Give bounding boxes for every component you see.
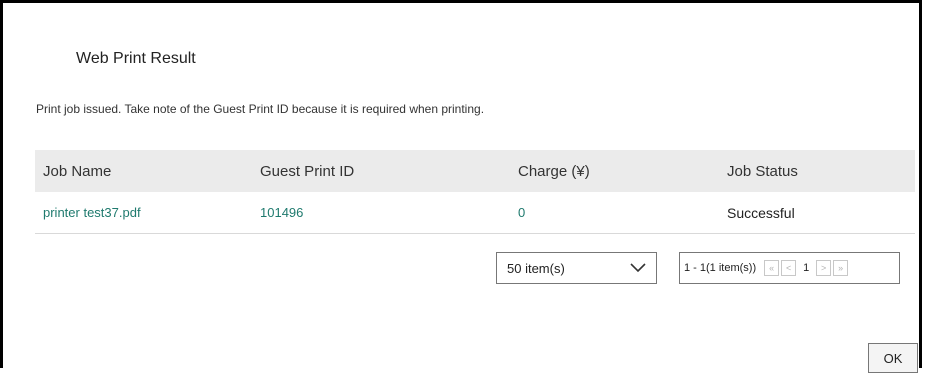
next-page-icon[interactable]: > [816,260,832,276]
first-page-icon[interactable]: « [764,260,780,276]
pagination-range: 1 - 1(1 item(s)) [684,262,757,274]
page-number[interactable]: 1 [798,260,814,276]
header-job-name[interactable]: Job Name [35,163,260,180]
result-table: Job Name Guest Print ID Charge (¥) Job S… [35,150,915,234]
table-row: printer test37.pdf 101496 0 Successful [35,192,915,234]
job-status: Successful [727,204,795,221]
charge-link[interactable]: 0 [518,205,727,220]
job-name-link[interactable]: printer test37.pdf [35,205,260,220]
last-page-icon[interactable]: » [833,260,849,276]
result-message: Print job issued. Take note of the Guest… [36,102,485,116]
dialog-title: Web Print Result [76,50,196,67]
pagination: 1 - 1(1 item(s)) « < 1 > » [679,252,900,284]
items-per-page-value: 50 item(s) [507,260,565,276]
table-header: Job Name Guest Print ID Charge (¥) Job S… [35,150,915,192]
prev-page-icon[interactable]: < [781,260,797,276]
header-guest-print-id[interactable]: Guest Print ID [260,163,518,180]
header-job-status[interactable]: Job Status [727,163,915,180]
header-charge[interactable]: Charge (¥) [518,163,727,180]
dialog-frame: Web Print Result Print job issued. Take … [0,0,922,373]
ok-button[interactable]: OK [868,343,918,373]
guest-print-id-link[interactable]: 101496 [260,205,518,220]
chevron-down-icon [630,261,646,276]
items-per-page-select[interactable]: 50 item(s) [496,252,657,284]
